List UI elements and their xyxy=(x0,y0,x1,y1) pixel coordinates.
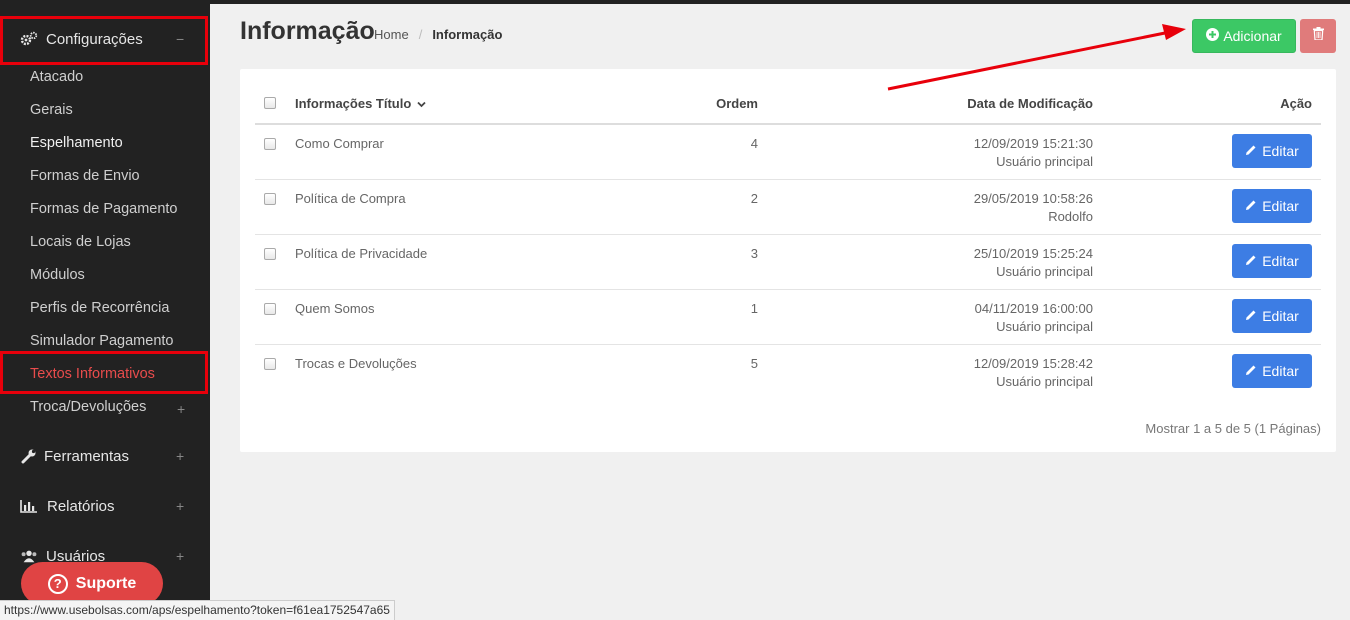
pencil-icon xyxy=(1245,253,1257,269)
sidebar-item-formas-de-envio[interactable]: Formas de Envio xyxy=(30,166,140,186)
row-user: Usuário principal xyxy=(996,374,1093,389)
sidebar-item-locais-de-lojas[interactable]: Locais de Lojas xyxy=(30,232,131,252)
pencil-icon xyxy=(1245,308,1257,324)
row-title[interactable]: Quem Somos xyxy=(295,301,374,316)
plus-circle-icon xyxy=(1206,28,1220,44)
row-title[interactable]: Política de Compra xyxy=(295,191,406,206)
row-title[interactable]: Política de Privacidade xyxy=(295,246,427,261)
edit-button[interactable]: Editar xyxy=(1232,354,1312,388)
row-order: 4 xyxy=(750,136,758,151)
annotation-highlight-configuracoes xyxy=(0,16,208,65)
breadcrumb-home[interactable]: Home xyxy=(374,27,409,42)
row-user: Usuário principal xyxy=(996,264,1093,279)
row-divider xyxy=(255,344,1321,345)
pencil-icon xyxy=(1245,198,1257,214)
column-header-action: Ação xyxy=(1280,96,1312,111)
expand-icon: + xyxy=(176,498,185,514)
sidebar: Configurações − Atacado Gerais Espelhame… xyxy=(0,4,210,620)
expand-icon: + xyxy=(176,448,185,464)
annotation-highlight-textos-informativos xyxy=(0,351,208,394)
trash-icon xyxy=(1312,27,1324,45)
pagination-info: Mostrar 1 a 5 de 5 (1 Páginas) xyxy=(1145,421,1321,436)
sidebar-item-modulos[interactable]: Módulos xyxy=(30,265,85,285)
table-header-divider xyxy=(255,123,1321,125)
breadcrumb-current: Informação xyxy=(432,27,503,42)
add-button[interactable]: Adicionar xyxy=(1192,19,1296,53)
expand-icon: + xyxy=(176,548,185,564)
column-header-title-label: Informações Título xyxy=(295,96,412,111)
edit-button-label: Editar xyxy=(1262,253,1299,269)
row-user: Usuário principal xyxy=(996,319,1093,334)
row-date: 25/10/2019 15:25:24 xyxy=(973,246,1093,261)
row-divider xyxy=(255,289,1321,290)
select-all-checkbox[interactable] xyxy=(264,97,276,109)
edit-button-label: Editar xyxy=(1262,363,1299,379)
row-divider xyxy=(255,179,1321,180)
row-checkbox[interactable] xyxy=(264,138,276,150)
row-date: 04/11/2019 16:00:00 xyxy=(974,301,1093,316)
sidebar-item-atacado[interactable]: Atacado xyxy=(30,67,83,87)
edit-button[interactable]: Editar xyxy=(1232,299,1312,333)
row-user: Usuário principal xyxy=(996,154,1093,169)
expand-icon[interactable]: + xyxy=(177,401,185,417)
breadcrumb-separator: / xyxy=(418,27,423,42)
sidebar-item-espelhamento[interactable]: Espelhamento xyxy=(30,133,123,153)
sidebar-item-troca-devolucoes[interactable]: Troca/Devoluções xyxy=(30,397,146,417)
row-order: 3 xyxy=(750,246,758,261)
browser-status-url: https://www.usebolsas.com/aps/espelhamen… xyxy=(0,600,395,620)
row-date: 12/09/2019 15:21:30 xyxy=(973,136,1093,151)
delete-button[interactable] xyxy=(1300,19,1336,53)
support-button[interactable]: ? Suporte xyxy=(21,562,163,605)
row-divider xyxy=(255,234,1321,235)
row-order: 5 xyxy=(750,356,758,371)
sidebar-section-label: Relatórios xyxy=(47,497,115,515)
edit-button-label: Editar xyxy=(1262,143,1299,159)
sidebar-item-formas-de-pagamento[interactable]: Formas de Pagamento xyxy=(30,199,178,219)
sidebar-section-ferramentas[interactable]: Ferramentas + xyxy=(0,432,210,480)
row-order: 2 xyxy=(750,191,758,206)
pencil-icon xyxy=(1245,363,1257,379)
sidebar-section-relatorios[interactable]: Relatórios + xyxy=(0,482,210,530)
chevron-down-icon xyxy=(415,96,426,111)
row-date: 29/05/2019 10:58:26 xyxy=(973,191,1093,206)
row-title[interactable]: Trocas e Devoluções xyxy=(295,356,417,371)
column-header-modified[interactable]: Data de Modificação xyxy=(893,96,1093,111)
help-icon: ? xyxy=(47,573,68,594)
row-date: 12/09/2019 15:28:42 xyxy=(973,356,1093,371)
edit-button-label: Editar xyxy=(1262,308,1299,324)
row-order: 1 xyxy=(750,301,758,316)
wrench-icon xyxy=(20,447,38,465)
sidebar-item-perfis-de-recorrencia[interactable]: Perfis de Recorrência xyxy=(30,298,169,318)
bar-chart-icon xyxy=(20,497,38,515)
row-checkbox[interactable] xyxy=(264,193,276,205)
row-title[interactable]: Como Comprar xyxy=(295,136,384,151)
row-user: Rodolfo xyxy=(1048,209,1093,224)
edit-button[interactable]: Editar xyxy=(1232,134,1312,168)
page-title: Informação xyxy=(240,17,375,45)
pencil-icon xyxy=(1245,143,1257,159)
column-header-order[interactable]: Ordem xyxy=(658,96,758,111)
add-button-label: Adicionar xyxy=(1223,28,1282,44)
edit-button[interactable]: Editar xyxy=(1232,244,1312,278)
edit-button[interactable]: Editar xyxy=(1232,189,1312,223)
row-checkbox[interactable] xyxy=(264,248,276,260)
sidebar-section-label: Ferramentas xyxy=(44,447,130,465)
sidebar-item-simulador-pagamento[interactable]: Simulador Pagamento xyxy=(30,331,173,351)
sidebar-item-gerais[interactable]: Gerais xyxy=(30,100,73,120)
row-checkbox[interactable] xyxy=(264,303,276,315)
edit-button-label: Editar xyxy=(1262,198,1299,214)
breadcrumb: Home / Informação xyxy=(374,27,502,42)
column-header-title[interactable]: Informações Título xyxy=(295,96,426,111)
row-checkbox[interactable] xyxy=(264,358,276,370)
support-button-label: Suporte xyxy=(75,574,137,592)
